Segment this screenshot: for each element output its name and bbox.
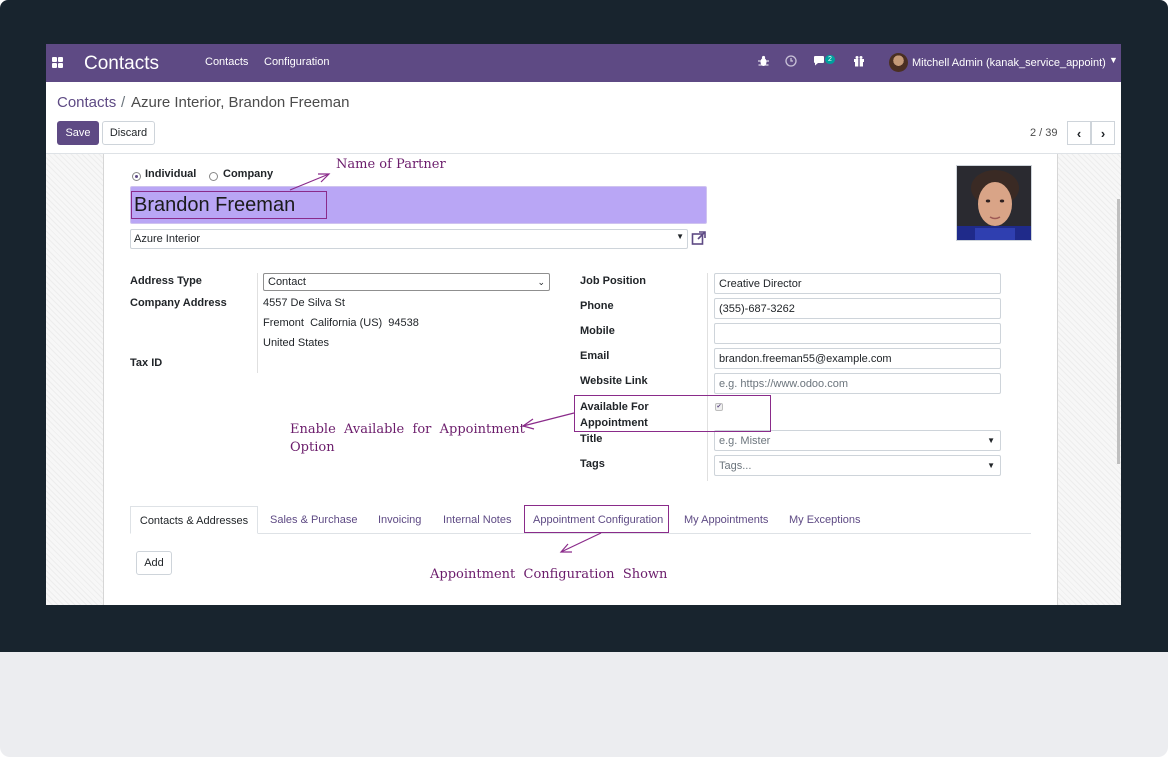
breadcrumb-current: Azure Interior, Brandon Freeman: [131, 94, 350, 111]
address-type-value: Contact: [268, 276, 306, 288]
form-sheet: Individual Company Brandon Freeman Azure…: [103, 154, 1058, 605]
label-title: Title: [580, 433, 603, 445]
address-type-select[interactable]: Contact ⌄: [263, 273, 550, 291]
save-button[interactable]: Save: [57, 121, 99, 145]
tabs-divider: [130, 533, 1031, 534]
add-contact-button[interactable]: Add: [136, 551, 172, 575]
title-placeholder: e.g. Mister: [719, 435, 771, 447]
external-link-icon[interactable]: [691, 230, 707, 246]
tab-my-appointments[interactable]: My Appointments: [684, 514, 768, 526]
tags-input[interactable]: Tags... ▼: [714, 455, 1001, 476]
website-input[interactable]: e.g. https://www.odoo.com: [714, 373, 1001, 394]
tab-invoicing[interactable]: Invoicing: [378, 514, 421, 526]
caret-down-icon: ▼: [987, 461, 995, 470]
pager-previous-button[interactable]: ‹: [1067, 121, 1091, 145]
caret-down-icon: ⌄: [537, 277, 545, 287]
user-menu-name[interactable]: Mitchell Admin (kanak_service_appoint): [912, 57, 1106, 69]
menu-configuration[interactable]: Configuration: [264, 56, 329, 68]
address-street[interactable]: 4557 De Silva St: [263, 297, 345, 309]
gift-icon[interactable]: [853, 55, 865, 67]
chevron-right-icon: ›: [1100, 125, 1106, 141]
radio-individual[interactable]: [132, 172, 141, 181]
annotation-config-shown: Appointment Configuration Shown: [430, 567, 668, 582]
menu-contacts[interactable]: Contacts: [205, 56, 248, 68]
title-select[interactable]: e.g. Mister ▼: [714, 430, 1001, 451]
apps-menu-icon[interactable]: [52, 57, 63, 68]
device-stand: [0, 652, 1168, 757]
tab-highlight-box: [524, 505, 669, 533]
tags-placeholder: Tags...: [719, 460, 752, 472]
tab-sales-purchase[interactable]: Sales & Purchase: [270, 514, 357, 526]
right-group-separator: [707, 273, 708, 481]
tab-internal-notes[interactable]: Internal Notes: [443, 514, 511, 526]
label-company-address: Company Address: [130, 297, 227, 309]
radio-company-label[interactable]: Company: [223, 168, 273, 180]
company-value: Azure Interior: [134, 233, 201, 245]
debug-bug-icon[interactable]: [758, 55, 769, 67]
caret-down-icon: ▼: [987, 436, 995, 445]
activity-clock-icon[interactable]: [785, 55, 797, 67]
app-title[interactable]: Contacts: [84, 53, 159, 75]
label-job-position: Job Position: [580, 275, 646, 287]
tab-contacts-addresses[interactable]: Contacts & Addresses: [130, 506, 258, 534]
annotation-enable-line2: Option: [290, 440, 335, 455]
breadcrumb-parent-link[interactable]: Contacts: [57, 94, 116, 111]
pager-value[interactable]: 2 / 39: [1030, 127, 1058, 139]
label-phone: Phone: [580, 300, 614, 312]
mobile-input[interactable]: [714, 323, 1001, 344]
caret-down-icon: ▼: [676, 232, 684, 241]
address-country[interactable]: United States: [263, 337, 329, 349]
discard-button[interactable]: Discard: [102, 121, 155, 145]
portrait-image: [957, 166, 1031, 240]
caret-down-icon[interactable]: ▼: [1109, 55, 1118, 65]
control-panel: Contacts / Azure Interior, Brandon Freem…: [46, 82, 1121, 154]
top-navbar: Contacts Contacts Configuration 2 Mitche…: [46, 44, 1121, 82]
partner-photo[interactable]: [956, 165, 1032, 241]
label-email: Email: [580, 350, 610, 362]
annotation-enable-line1: Enable Available for Appointment: [290, 422, 525, 437]
scrollbar[interactable]: [1117, 199, 1120, 464]
label-address-type: Address Type: [130, 275, 202, 287]
message-count-badge: 2: [825, 55, 835, 64]
pager-next-button[interactable]: ›: [1091, 121, 1115, 145]
label-tax-id: Tax ID: [130, 357, 163, 369]
email-input[interactable]: brandon.freeman55@example.com: [714, 348, 1001, 369]
available-highlight-box: [574, 395, 771, 432]
left-group-separator: [257, 273, 258, 373]
job-position-input[interactable]: Creative Director: [714, 273, 1001, 294]
label-tags: Tags: [580, 458, 605, 470]
phone-input[interactable]: (355)-687-3262: [714, 298, 1001, 319]
chevron-left-icon: ‹: [1076, 125, 1082, 141]
breadcrumb-separator: /: [121, 94, 126, 111]
messages-chat-icon[interactable]: [813, 55, 826, 67]
company-select[interactable]: Azure Interior ▼: [130, 229, 688, 249]
label-mobile: Mobile: [580, 325, 615, 337]
label-website: Website Link: [580, 375, 648, 387]
annotation-name-of-partner: Name of Partner: [336, 157, 446, 172]
tab-my-exceptions[interactable]: My Exceptions: [789, 514, 861, 526]
name-highlight-box: [131, 191, 327, 219]
address-city-state-zip[interactable]: Fremont California (US) 94538: [263, 317, 419, 329]
user-avatar[interactable]: [889, 53, 908, 72]
radio-company[interactable]: [209, 172, 218, 181]
radio-individual-label[interactable]: Individual: [145, 168, 196, 180]
